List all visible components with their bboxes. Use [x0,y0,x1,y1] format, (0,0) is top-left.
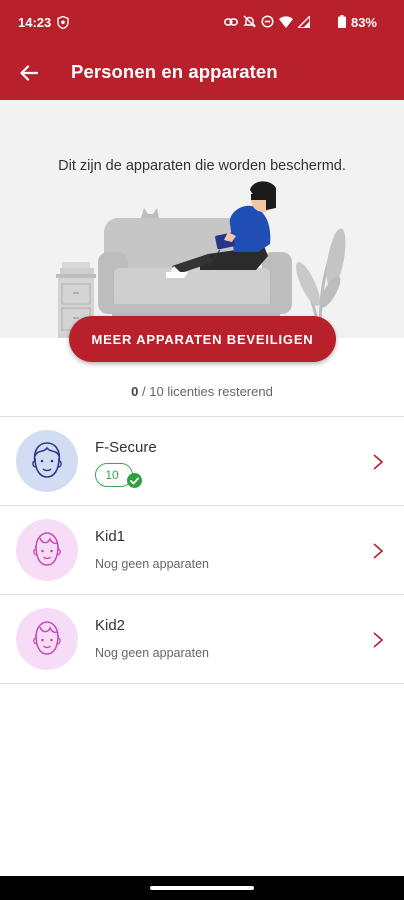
person-list: F-Secure 10 Kid1 Nog geen apparaten Kid2… [0,416,404,684]
home-gesture-handle[interactable] [150,886,254,890]
avatar [16,430,78,492]
avatar [16,608,78,670]
chevron-right-icon [373,543,384,559]
adult-face-icon [32,442,62,478]
status-time: 14:23 [18,15,52,30]
signal-icon [298,15,310,28]
person-row-f-secure[interactable]: F-Secure 10 [0,417,404,506]
app-bar: Personen en apparaten [0,46,404,100]
person-subtitle: Nog geen apparaten [95,557,209,571]
person-subtitle: Nog geen apparaten [95,646,209,660]
page-title: Personen en apparaten [71,61,278,82]
licenses-remaining-text: / 10 licenties resterend [138,384,273,399]
person-name: Kid2 [95,617,126,634]
person-name: F-Secure [95,439,157,456]
back-button[interactable] [14,58,44,88]
shield-icon [57,16,69,29]
secure-more-devices-button[interactable]: MEER APPARATEN BEVEILIGEN [69,316,336,362]
person-row-kid1[interactable]: Kid1 Nog geen apparaten [0,506,404,595]
hero-text: Dit zijn de apparaten die worden bescher… [58,158,346,174]
chevron-right-icon [373,632,384,648]
hero-section: Dit zijn de apparaten die worden bescher… [0,100,404,338]
avatar [16,519,78,581]
link-icon [224,17,238,26]
wifi-icon [279,15,293,28]
license-counter: 0 / 10 licenties resterend [0,384,404,399]
mute-icon [243,15,256,28]
person-name: Kid1 [95,528,126,545]
person-row-kid2[interactable]: Kid2 Nog geen apparaten [0,595,404,684]
check-icon [127,473,142,488]
child-face-icon [33,621,61,655]
sofa-illustration [56,181,346,338]
dnd-icon [261,15,274,28]
system-nav-bar [0,876,404,900]
battery-percentage: 83% [350,15,377,30]
child-face-icon [33,532,61,566]
battery-icon [338,15,346,28]
arrow-left-icon [20,65,38,81]
status-bar: 14:23 83% [0,0,404,46]
chevron-right-icon [373,454,384,470]
